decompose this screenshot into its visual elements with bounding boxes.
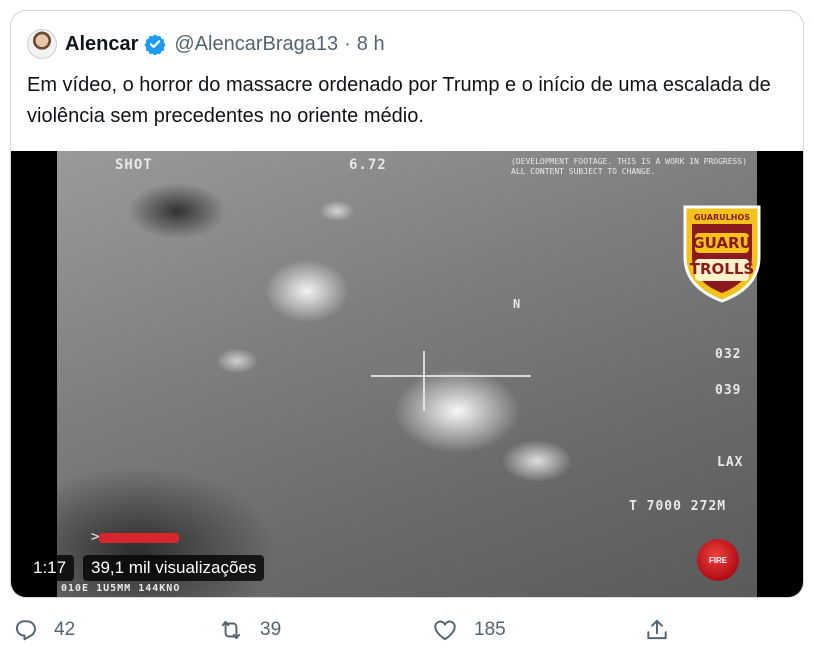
crosshair-vertical: [423, 351, 425, 411]
reply-icon: [16, 620, 36, 641]
retweet-button[interactable]: 39: [218, 610, 281, 650]
author-name[interactable]: Alencar: [65, 33, 138, 56]
video-player[interactable]: SHOT 6.72 (DEVELOPMENT FOOTAGE. THIS IS …: [11, 151, 803, 597]
hud-bottom-left: 010E 1U5MM 144KNO: [61, 583, 181, 594]
hud-shot-label: SHOT: [115, 157, 153, 173]
reply-count: 42: [54, 619, 76, 640]
retweet-count: 39: [260, 619, 282, 640]
tweet-card[interactable]: Alencar @AlencarBraga13 · 8 h Em vídeo, …: [10, 10, 804, 598]
logo-bottom-text: TROLLS: [689, 260, 755, 278]
reply-button[interactable]: 42: [12, 610, 75, 650]
like-button[interactable]: 185: [432, 610, 506, 650]
hud-bottom-right: T 7000 272M: [629, 499, 727, 514]
hud-notice: (DEVELOPMENT FOOTAGE. THIS IS A WORK IN …: [511, 157, 748, 176]
hud-right-1: 032: [715, 347, 742, 362]
hud-right-3: LAX: [717, 455, 744, 470]
tweet-header: Alencar @AlencarBraga13 · 8 h: [27, 29, 385, 59]
hud-red-bar: [99, 533, 179, 543]
timestamp[interactable]: 8 h: [357, 33, 385, 56]
share-button[interactable]: [644, 610, 686, 650]
fire-button: FIRE: [697, 539, 739, 581]
logo-middle-text: GUARU: [692, 234, 752, 252]
hud-right-2: 039: [715, 383, 742, 398]
retweet-icon: [221, 620, 241, 640]
video-frame[interactable]: [57, 151, 757, 597]
like-count: 185: [474, 619, 506, 640]
heart-icon: [434, 620, 456, 641]
tweet-actions: 42 39 185: [0, 610, 814, 650]
tweet-text: Em vídeo, o horror do massacre ordenado …: [27, 74, 771, 127]
logo-top-text: GUARULHOS: [693, 213, 751, 222]
author-handle[interactable]: @AlencarBraga13: [174, 33, 338, 56]
hud-north: N: [513, 297, 522, 311]
verified-badge-icon: [144, 34, 167, 55]
separator-dot: ·: [344, 32, 351, 55]
video-duration-badge: 1:17: [25, 555, 75, 581]
hud-top-number: 6.72: [349, 157, 387, 173]
video-views-badge: 39,1 mil visualizações: [83, 555, 265, 581]
avatar[interactable]: [27, 29, 57, 59]
share-icon: [647, 619, 667, 640]
crosshair-horizontal: [371, 375, 531, 377]
